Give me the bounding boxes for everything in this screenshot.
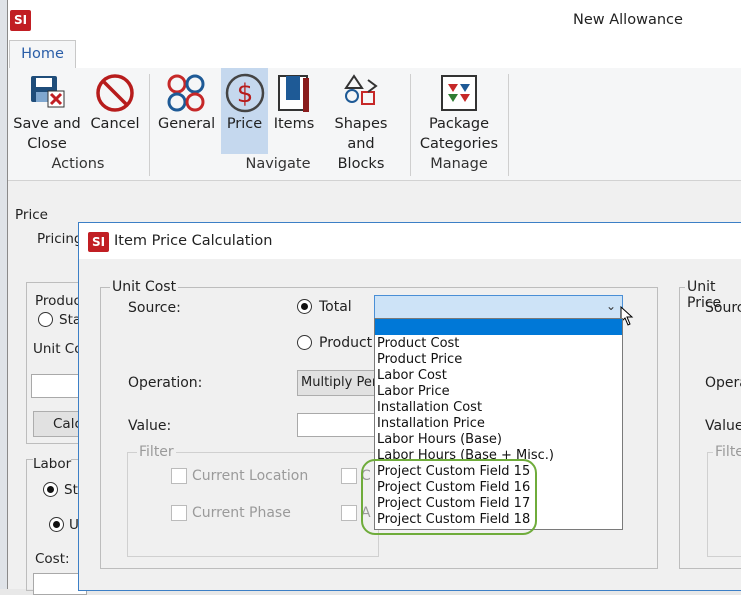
dropdown-selected-empty-item[interactable] [375, 319, 622, 335]
save-and-close-label: Save and Close [13, 116, 81, 152]
dialog-title: Item Price Calculation [114, 233, 273, 249]
source-label: Source: [128, 300, 181, 316]
general-button[interactable]: General [158, 68, 216, 154]
chevron-down-icon[interactable]: ⌄ [606, 299, 616, 313]
ribbon-tab-strip [8, 40, 741, 69]
filter-current-phase-label: Current Phase [192, 505, 291, 521]
unit-price-filter-label: Filte [713, 444, 741, 460]
unit-price-operation-label: Opera [705, 375, 741, 391]
dropdown-item-product-cost[interactable]: Product Cost [377, 336, 459, 352]
unit-cost-label: Unit Co [33, 341, 83, 357]
price-section-label: Price [15, 207, 48, 223]
labor-standard-radio[interactable] [43, 482, 58, 497]
value-label: Value: [128, 418, 172, 434]
product-label: Produc [35, 293, 81, 309]
group-label-navigate: Navigate [245, 156, 311, 172]
annotation-highlight-ring [361, 459, 537, 535]
package-categories-button[interactable]: Package Categories [418, 68, 500, 154]
package-categories-icon [441, 75, 477, 111]
unit-price-filter-box [707, 452, 741, 557]
source-total-label: Total [319, 299, 352, 315]
source-product-label: Product [319, 335, 373, 351]
dialog-app-logo: SI [88, 232, 109, 252]
app-logo: SI [10, 10, 31, 31]
filter-current-location-label: Current Location [192, 468, 309, 484]
dropdown-item-installation-price[interactable]: Installation Price [377, 416, 485, 432]
source-total-radio[interactable] [297, 299, 312, 314]
package-categories-label: Package Categories [419, 116, 499, 152]
cancel-button[interactable]: Cancel [86, 68, 144, 154]
general-label: General [158, 116, 216, 132]
ribbon-separator [149, 74, 150, 176]
labor-cost-label: Cost: [35, 551, 70, 567]
filter-c-checkbox[interactable] [341, 468, 357, 484]
dialog-title-bar: SI Item Price Calculation [79, 223, 741, 259]
filter-a-checkbox[interactable] [341, 505, 357, 521]
cancel-label: Cancel [90, 116, 140, 132]
shapes-icon [344, 74, 378, 105]
labor-radio-1-label: St [64, 482, 78, 498]
dropdown-item-labor-hours-base[interactable]: Labor Hours (Base) [377, 432, 502, 448]
filter-group-label: Filter [137, 444, 176, 460]
operation-label: Operation: [128, 375, 203, 391]
labor-unit-radio[interactable] [49, 517, 64, 532]
window-title: New Allowance [573, 12, 683, 28]
item-price-calculation-dialog: SI Item Price Calculation Unit Cost Sour… [78, 222, 741, 591]
source-product-radio[interactable] [297, 335, 312, 350]
group-label-manage: Manage [430, 156, 488, 172]
filter-current-location-checkbox[interactable] [171, 468, 187, 484]
operation-select[interactable]: Multiply Perc [297, 370, 384, 396]
svg-text:$: $ [236, 79, 253, 109]
shapes-and-blocks-label: Shapes and Blocks [334, 116, 388, 172]
group-label-actions: Actions [51, 156, 105, 172]
value-input[interactable] [297, 413, 377, 437]
labor-label: Labor [33, 456, 72, 472]
dropdown-item-installation-cost[interactable]: Installation Cost [377, 400, 482, 416]
source-total-combobox[interactable]: ⌄ [374, 295, 623, 319]
title-bar: SI New Allowance [8, 0, 741, 40]
dropdown-item-labor-cost[interactable]: Labor Cost [377, 368, 447, 384]
unit-price-source-label: Source [705, 300, 741, 316]
product-standard-radio[interactable] [38, 312, 53, 327]
cancel-icon [96, 74, 134, 112]
unit-cost-input[interactable] [31, 374, 85, 398]
tab-home[interactable]: Home [9, 40, 76, 69]
items-label: Items [273, 116, 315, 132]
ribbon-separator [410, 74, 411, 176]
general-icon [167, 74, 205, 112]
save-close-icon [31, 76, 65, 108]
dropdown-item-labor-price[interactable]: Labor Price [377, 384, 450, 400]
unit-cost-group-label: Unit Cost [110, 279, 179, 295]
price-label: Price [226, 116, 263, 132]
items-icon [278, 75, 309, 112]
dropdown-item-product-price[interactable]: Product Price [377, 352, 462, 368]
dollar-icon: $ [225, 73, 264, 113]
items-button[interactable]: Items [270, 68, 318, 154]
operation-select-value: Multiply Perc [301, 375, 385, 390]
shapes-and-blocks-button[interactable]: Shapes and Blocks [322, 68, 400, 172]
ribbon: Save and Close Cancel Actions General $ … [8, 68, 741, 181]
save-and-close-button[interactable]: Save and Close [12, 68, 82, 154]
unit-price-value-label: Value [705, 418, 741, 434]
price-button[interactable]: $ Price [221, 68, 268, 154]
ribbon-separator [508, 74, 509, 176]
pricing-label: Pricing [37, 231, 83, 247]
filter-current-phase-checkbox[interactable] [171, 505, 187, 521]
